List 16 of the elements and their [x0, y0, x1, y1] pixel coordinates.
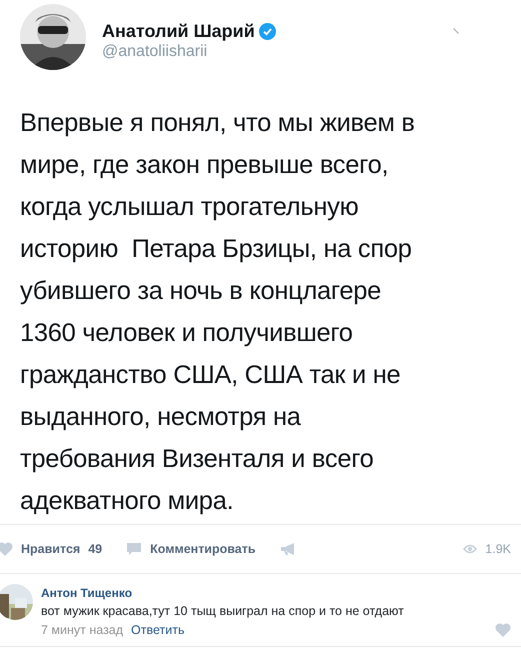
- comment-icon[interactable]: [126, 542, 142, 556]
- like-icon[interactable]: [495, 623, 511, 638]
- comment-text: вот мужик красава,тут 10 тыщ выиграл на спор и то не отдают: [41, 603, 405, 620]
- author-handle: @anatoliisharii: [102, 42, 208, 62]
- tweet-text: Впервые я понял, что мы живем в мире, где закон превыше всего, когда услышал трогательную историю Петара Брзицы, на спор убившего за ночь в концлагере 1360 человек и получившего гражданство США, США так и не выданного, несмотря на требования Визенталя и всего адекватного мира.: [19, 108, 416, 517]
- author-name: Анатолий Шарий: [102, 20, 255, 42]
- like-count: 49: [88, 540, 102, 558]
- comment-time: 7 минут назад: [41, 622, 124, 639]
- view-count: 1.9K: [485, 540, 511, 558]
- like-icon[interactable]: [0, 542, 13, 556]
- megaphone-icon[interactable]: [280, 542, 296, 556]
- like-label[interactable]: Нравится: [21, 540, 80, 558]
- eye-icon: [463, 544, 478, 554]
- commenter-name[interactable]: Антон Тищенко: [41, 584, 511, 602]
- reply-link[interactable]: Ответить: [131, 620, 184, 640]
- comment-label[interactable]: Комментировать: [150, 540, 256, 558]
